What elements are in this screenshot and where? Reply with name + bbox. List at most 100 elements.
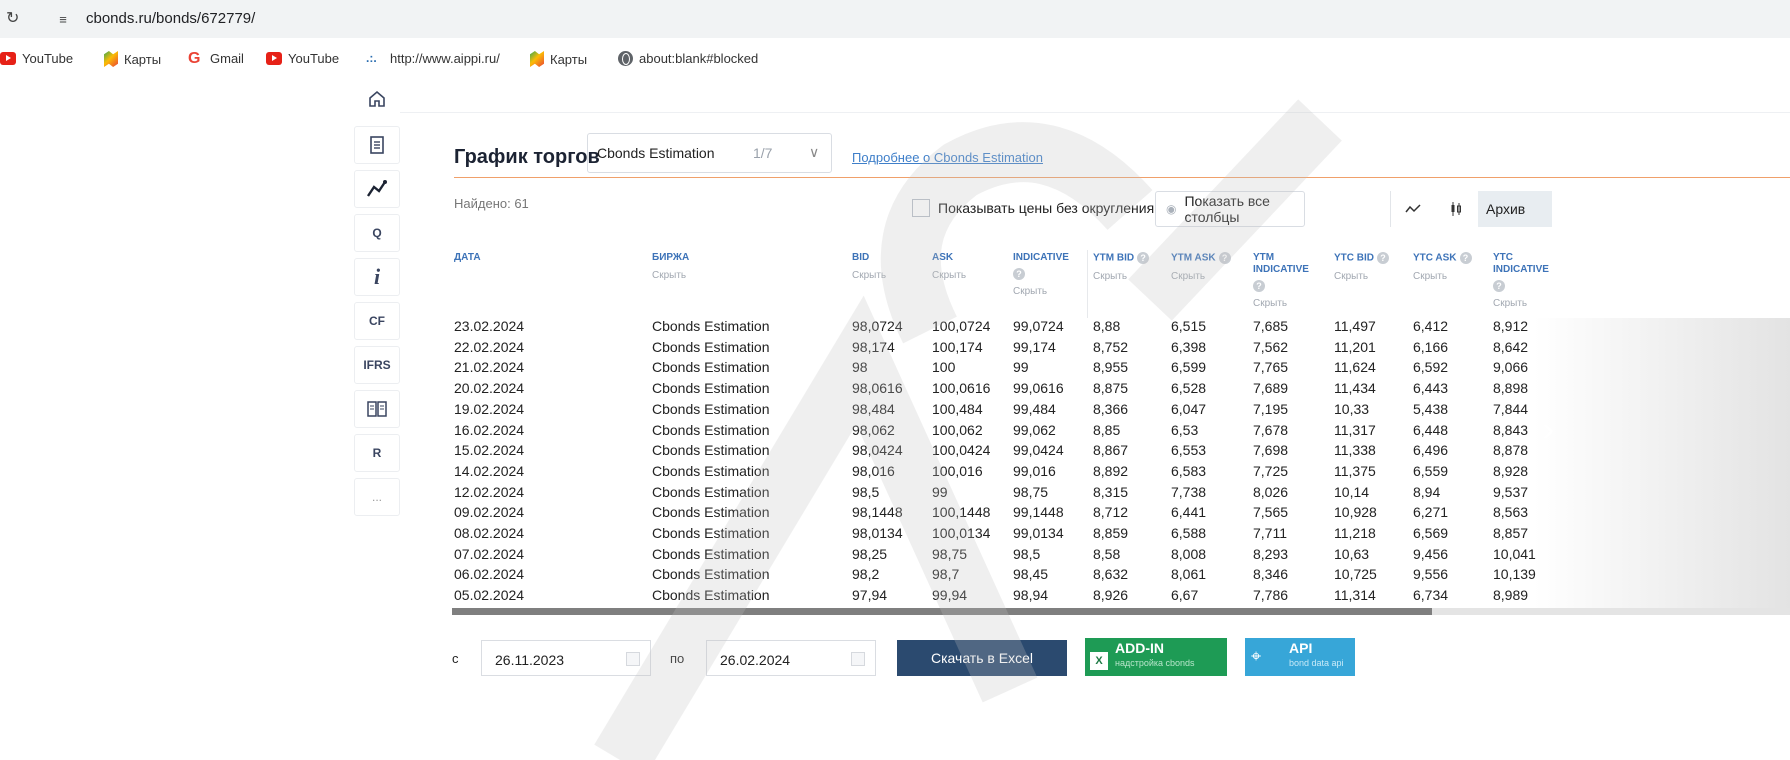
show-columns-button[interactable]: ◉ Показать все столбцы	[1155, 191, 1305, 227]
source-select[interactable]: Cbonds Estimation 1/7 ∨	[587, 133, 832, 173]
hide-exchange-link[interactable]: Скрыть	[652, 270, 689, 282]
table-cell: 98,2	[852, 566, 880, 583]
hide-ytm-ask-link[interactable]: Скрыть	[1171, 271, 1231, 283]
table-cell: 11,338	[1334, 442, 1376, 459]
hide-ask-link[interactable]: Скрыть	[932, 270, 966, 282]
nav-r[interactable]: R	[354, 434, 400, 472]
addin-button[interactable]: X ADD-IN надстройка cbonds	[1085, 638, 1227, 676]
hide-ytm-bid-link[interactable]: Скрыть	[1093, 271, 1149, 283]
nav-cf[interactable]: CF	[354, 302, 400, 340]
table-cell: 99,0134	[1013, 525, 1064, 541]
site-info-icon[interactable]: ≡	[52, 9, 74, 29]
show-columns-label: Показать все столбцы	[1184, 193, 1270, 225]
table-cell: Cbonds Estimation	[652, 338, 770, 355]
to-date-value: 26.02.2024	[720, 652, 791, 668]
table-cell: 8,346	[1253, 566, 1289, 583]
table-cell: 8,955	[1093, 359, 1129, 376]
table-cell: 99,94	[932, 587, 968, 604]
table-cell: 23.02.2024	[454, 318, 525, 334]
table-cell: Cbonds Estimation	[652, 359, 770, 376]
col-ytc-bid-label: YTC BID	[1334, 252, 1374, 264]
col-indicative[interactable]: INDICATIVE? Скрыть	[1013, 252, 1069, 298]
col-ytc-bid[interactable]: YTC BID? Скрыть	[1334, 252, 1389, 283]
col-ytc-indicative[interactable]: YTC INDICATIVE? Скрыть	[1493, 252, 1563, 310]
hide-ytc-indicative-link[interactable]: Скрыть	[1493, 298, 1563, 310]
col-ytm-indicative[interactable]: YTM INDICATIVE? Скрыть	[1253, 252, 1323, 310]
download-excel-button[interactable]: Скачать в Excel	[897, 640, 1067, 676]
hide-indicative-link[interactable]: Скрыть	[1013, 286, 1069, 298]
table-cell: 7,738	[1171, 483, 1207, 500]
col-exchange[interactable]: БИРЖА Скрыть	[652, 252, 689, 282]
bookmark-label: YouTube	[288, 51, 340, 66]
hide-bid-link[interactable]: Скрыть	[852, 270, 886, 282]
table-cell: 20.02.2024	[454, 380, 525, 397]
no-round-label: Показывать цены без округления	[938, 200, 1155, 216]
bookmark-label: YouTube	[22, 51, 74, 66]
from-label: с	[452, 651, 459, 666]
table-cell: 8,843	[1493, 421, 1529, 438]
table-cell: 98,25	[852, 545, 888, 562]
url-field[interactable]: cbonds.ru/bonds/672779/	[86, 10, 255, 27]
col-ytc-ask-label: YTC ASK	[1413, 252, 1457, 264]
col-ytc-ask[interactable]: YTC ASK? Скрыть	[1413, 252, 1472, 283]
more-info-link[interactable]: Подробнее о Cbonds Estimation	[852, 150, 1043, 165]
no-round-checkbox[interactable]	[912, 199, 930, 217]
reload-icon[interactable]: ↻	[6, 8, 19, 28]
help-icon[interactable]: ?	[1493, 280, 1505, 292]
bookmark-youtube[interactable]: YouTube	[0, 51, 73, 66]
bookmark-maps[interactable]: Карты	[104, 51, 161, 67]
bookmark-aippi[interactable]: .:. http://www.aippi.ru/	[366, 51, 500, 66]
col-ytm-indicative-label: YTM INDICATIVE	[1253, 252, 1309, 275]
book-icon[interactable]	[354, 390, 400, 428]
table-cell: 11,201	[1334, 338, 1376, 355]
bookmark-blocked[interactable]: about:blank#blocked	[618, 51, 758, 66]
api-icon: ⌖	[1251, 646, 1262, 666]
source-select-value: Cbonds Estimation	[597, 145, 715, 161]
home-icon[interactable]	[354, 80, 400, 118]
nav-q[interactable]: Q	[354, 214, 400, 252]
to-date-input[interactable]: 26.02.2024	[706, 640, 876, 676]
table-cell: 11,317	[1334, 421, 1376, 438]
calendar-icon[interactable]	[851, 652, 865, 666]
table-cell: 05.02.2024	[454, 587, 525, 604]
help-icon[interactable]: ?	[1013, 268, 1025, 280]
table-cell: 99,0424	[1013, 442, 1064, 459]
nav-ifrs[interactable]: IFRS	[354, 346, 400, 384]
col-ytm-bid[interactable]: YTM BID? Скрыть	[1093, 252, 1150, 283]
more-icon[interactable]: ...	[354, 478, 400, 516]
bookmark-youtube[interactable]: YouTube	[266, 51, 339, 66]
hide-ytm-indicative-link[interactable]: Скрыть	[1253, 298, 1323, 310]
help-icon[interactable]: ?	[1137, 252, 1150, 264]
bookmark-maps[interactable]: Карты	[530, 51, 587, 67]
help-icon[interactable]: ?	[1253, 280, 1265, 292]
col-ytm-ask[interactable]: YTM ASK? Скрыть	[1171, 252, 1231, 283]
archive-button[interactable]: Архив	[1478, 191, 1552, 227]
calendar-icon[interactable]	[626, 652, 640, 666]
candle-chart-button[interactable]	[1434, 191, 1478, 227]
table-cell: 11,375	[1334, 462, 1376, 479]
table-cell: 8,58	[1093, 545, 1121, 562]
from-date-input[interactable]: 26.11.2023	[481, 640, 651, 676]
horizontal-scrollbar[interactable]	[452, 608, 1432, 615]
col-bid[interactable]: BID Скрыть	[852, 252, 886, 282]
api-button[interactable]: ⌖ API bond data api	[1245, 638, 1355, 676]
document-icon[interactable]	[354, 126, 400, 164]
table-cell: 10,14	[1334, 483, 1370, 500]
chevron-down-icon: ∨	[809, 144, 820, 160]
help-icon[interactable]: ?	[1377, 252, 1389, 264]
bookmark-gmail[interactable]: G Gmail	[188, 51, 244, 67]
help-icon[interactable]: ?	[1218, 252, 1231, 264]
line-chart-button[interactable]	[1390, 191, 1434, 227]
table-cell: 8,989	[1493, 587, 1529, 604]
chart-icon[interactable]	[354, 170, 400, 208]
info-icon[interactable]: i	[354, 258, 400, 296]
no-round-toggle[interactable]: Показывать цены без округления	[912, 199, 1154, 217]
table-cell: 6,441	[1171, 504, 1207, 521]
table-cell: 8,293	[1253, 545, 1289, 562]
help-icon[interactable]: ?	[1459, 252, 1472, 264]
chevron-right-icon[interactable]: ›	[1542, 408, 1554, 450]
hide-ytc-ask-link[interactable]: Скрыть	[1413, 271, 1472, 283]
col-date[interactable]: ДАТА	[454, 252, 481, 264]
col-ask[interactable]: ASK Скрыть	[932, 252, 966, 282]
hide-ytc-bid-link[interactable]: Скрыть	[1334, 271, 1389, 283]
